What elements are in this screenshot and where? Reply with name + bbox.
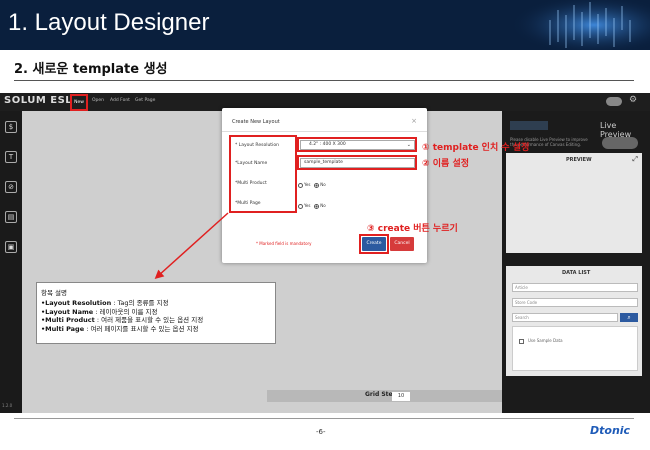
annotation-create: ③ create 버튼 누르기	[367, 224, 458, 234]
annotation-resolution: ① template 인치 수 설정	[422, 143, 530, 153]
shape-tool-icon[interactable]: ⊘	[5, 181, 17, 193]
dialog-title: Create New Layout	[232, 119, 280, 125]
table-tool-icon[interactable]: ▤	[5, 211, 17, 223]
data-list-panel: DATA LIST Article Store Code Search ⌕ Us…	[506, 266, 642, 376]
menu-new[interactable]: New	[70, 94, 88, 111]
description-line: •Multi Page : 여러 페이지를 표시할 수 있는 옵션 지정	[41, 324, 199, 333]
dialog-divider	[222, 131, 427, 132]
slide: 1. Layout Designer 2. 새로운 template 생성 SO…	[0, 0, 650, 450]
section-title: 2. 새로운 template 생성	[14, 62, 168, 77]
banner-title: 1. Layout Designer	[8, 9, 210, 36]
multi-page-options: Yes No	[298, 203, 326, 209]
annotation-name: ② 이름 설정	[422, 159, 470, 169]
right-panel: Live Preview Please disable Live Preview…	[502, 111, 650, 413]
language-toggle[interactable]	[606, 97, 622, 106]
search-input[interactable]: Search	[512, 313, 618, 322]
description-line: •Layout Name : 레이아웃의 이름 지정	[41, 307, 158, 316]
yes-label: Yes	[304, 182, 311, 187]
page-number: -6-	[316, 428, 326, 436]
search-icon[interactable]: ⌕	[620, 313, 638, 322]
multi-product-options: Yes No	[298, 182, 326, 188]
close-icon[interactable]: ×	[411, 117, 417, 125]
app-logo: SOLUM ESL	[4, 95, 73, 106]
gear-icon[interactable]: ⚙	[629, 95, 637, 105]
preview-panel: PREVIEW ⤢	[506, 153, 642, 253]
panel-field[interactable]	[510, 121, 548, 130]
resolution-select[interactable]: 4.2" : 400 X 300 ⌄	[300, 140, 415, 150]
menu-add-font[interactable]: Add Font	[110, 98, 130, 103]
no-label: No	[320, 203, 326, 208]
company-logo: Dtonic	[590, 424, 631, 437]
description-line: •Layout Resolution : Tag의 종류를 지정	[41, 299, 169, 307]
chevron-down-icon: ⌄	[406, 142, 411, 148]
barcode-tool-icon[interactable]: $	[5, 121, 17, 133]
menu-open[interactable]: Open	[92, 98, 104, 103]
resolution-value: 4.2" : 400 X 300	[309, 142, 346, 147]
menu-get-page[interactable]: Get Page	[135, 98, 155, 103]
layout-name-input[interactable]: sample_template	[300, 158, 415, 168]
resolution-label: * Layout Resolution	[235, 143, 279, 148]
image-tool-icon[interactable]: ▣	[5, 241, 17, 253]
no-label: No	[320, 182, 326, 187]
cancel-button[interactable]: Cancel	[390, 237, 414, 251]
sample-data-label: Use Sample Data	[528, 338, 563, 343]
header-banner: 1. Layout Designer	[0, 0, 650, 50]
data-list-label: DATA LIST	[562, 270, 591, 276]
multi-page-yes-radio[interactable]	[298, 203, 303, 209]
multi-product-label: *Multi Product	[235, 181, 267, 186]
create-layout-dialog: Create New Layout × * Layout Resolution …	[222, 108, 427, 263]
preview-label: PREVIEW	[566, 157, 592, 163]
footer-divider	[14, 418, 634, 419]
tech-graphic-icon	[510, 0, 650, 50]
sample-data-checkbox[interactable]	[519, 339, 524, 344]
section-divider	[14, 80, 634, 81]
tool-sidebar: $ T ⊘ ▤ ▣ 1.2.0	[0, 111, 22, 413]
multi-product-no-radio[interactable]	[314, 182, 320, 188]
multi-product-yes-radio[interactable]	[298, 182, 303, 188]
store-code-input[interactable]: Store Code	[512, 298, 638, 307]
grid-step-input[interactable]: 10	[392, 392, 410, 401]
description-line: •Multi Product : 여러 제품을 표시할 수 있는 옵션 지정	[41, 316, 204, 324]
multi-page-no-radio[interactable]	[314, 203, 320, 209]
mandatory-note: * Marked field is mandatory	[256, 241, 312, 246]
article-select[interactable]: Article	[512, 283, 638, 292]
layout-name-label: *Layout Name	[235, 161, 268, 166]
description-box: 항목 설명 •Layout Resolution : Tag의 종류를 지정 •…	[36, 282, 276, 344]
multi-page-label: *Multi Page	[235, 201, 261, 206]
expand-icon[interactable]: ⤢	[632, 155, 638, 164]
live-preview-toggle[interactable]	[602, 137, 638, 149]
create-button[interactable]: Create	[362, 237, 386, 251]
yes-label: Yes	[304, 203, 311, 208]
data-list: Use Sample Data	[512, 326, 638, 371]
version-label: 1.2.0	[2, 403, 13, 408]
text-tool-icon[interactable]: T	[5, 151, 17, 163]
description-title: 항목 설명	[41, 289, 67, 297]
